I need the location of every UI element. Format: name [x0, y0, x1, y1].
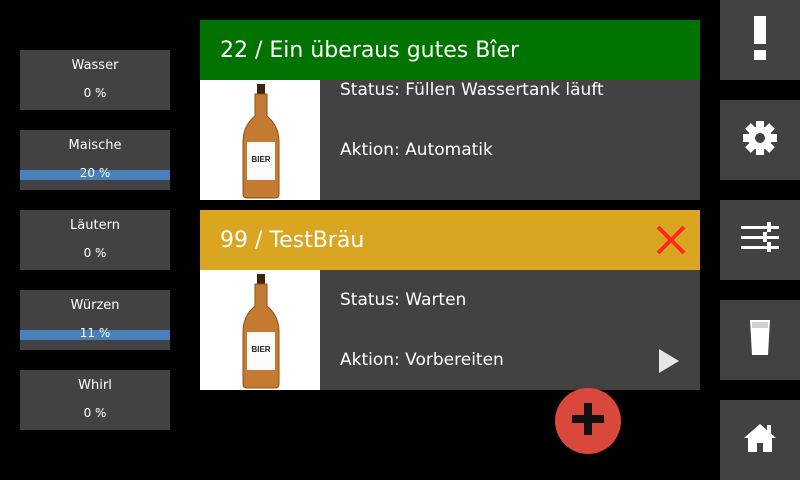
bottle-label: BIER: [251, 345, 270, 354]
brew-card-header[interactable]: 22 / Ein überaus gutes Bîer: [200, 20, 700, 80]
brew-status: Status: Füllen Wassertank läuft: [340, 80, 604, 100]
home-button[interactable]: [720, 400, 800, 480]
close-icon[interactable]: [654, 223, 688, 257]
alert-icon: [750, 16, 770, 64]
stage-name: Läutern: [70, 218, 120, 233]
stage-name: Whirl: [78, 378, 112, 393]
brew-status: Status: Warten: [340, 290, 467, 310]
brew-card[interactable]: 22 / Ein überaus gutes Bîer BIER Status:…: [200, 20, 700, 200]
stage-laeutern[interactable]: Läutern 0 %: [20, 210, 170, 270]
stage-name: Wasser: [71, 58, 119, 73]
gear-icon: [742, 120, 778, 160]
beer-button[interactable]: [720, 300, 800, 380]
brew-card-body: BIER Status: Füllen Wassertank läuft Akt…: [200, 80, 700, 200]
stage-progress: 11 %: [79, 326, 111, 340]
bottle-label: BIER: [251, 155, 270, 164]
home-icon: [743, 422, 777, 458]
stage-wuerzen[interactable]: Würzen 11 %: [20, 290, 170, 350]
sliders-icon: [741, 222, 779, 258]
beer-bottle-image: BIER: [200, 80, 320, 200]
brew-title: 99 / TestBräu: [220, 227, 365, 253]
stage-progress: 0 %: [83, 86, 107, 100]
brew-title: 22 / Ein überaus gutes Bîer: [220, 37, 520, 63]
stage-progress: 0 %: [83, 406, 107, 420]
settings-button[interactable]: [720, 100, 800, 180]
stage-progress: 0 %: [83, 246, 107, 260]
beer-bottle-image: BIER: [200, 270, 320, 390]
beer-glass-icon: [749, 319, 771, 361]
brew-action: Aktion: Automatik: [340, 140, 493, 160]
brew-card-body: BIER Status: Warten Aktion: Vorbereiten: [200, 270, 700, 390]
add-brew-button[interactable]: [555, 388, 621, 454]
stage-progress: 20 %: [79, 166, 111, 180]
stage-name: Maische: [68, 138, 122, 153]
play-icon[interactable]: [658, 348, 680, 374]
stage-maische[interactable]: Maische 20 %: [20, 130, 170, 190]
adjustments-button[interactable]: [720, 200, 800, 280]
alerts-button[interactable]: [720, 0, 800, 80]
stage-whirl[interactable]: Whirl 0 %: [20, 370, 170, 430]
stage-name: Würzen: [70, 298, 120, 313]
brew-action: Aktion: Vorbereiten: [340, 350, 504, 370]
stage-wasser[interactable]: Wasser 0 %: [20, 50, 170, 110]
plus-icon: [571, 402, 605, 440]
brew-card[interactable]: 99 / TestBräu BIER Status: Warten Aktion…: [200, 210, 700, 390]
brew-card-header[interactable]: 99 / TestBräu: [200, 210, 700, 270]
